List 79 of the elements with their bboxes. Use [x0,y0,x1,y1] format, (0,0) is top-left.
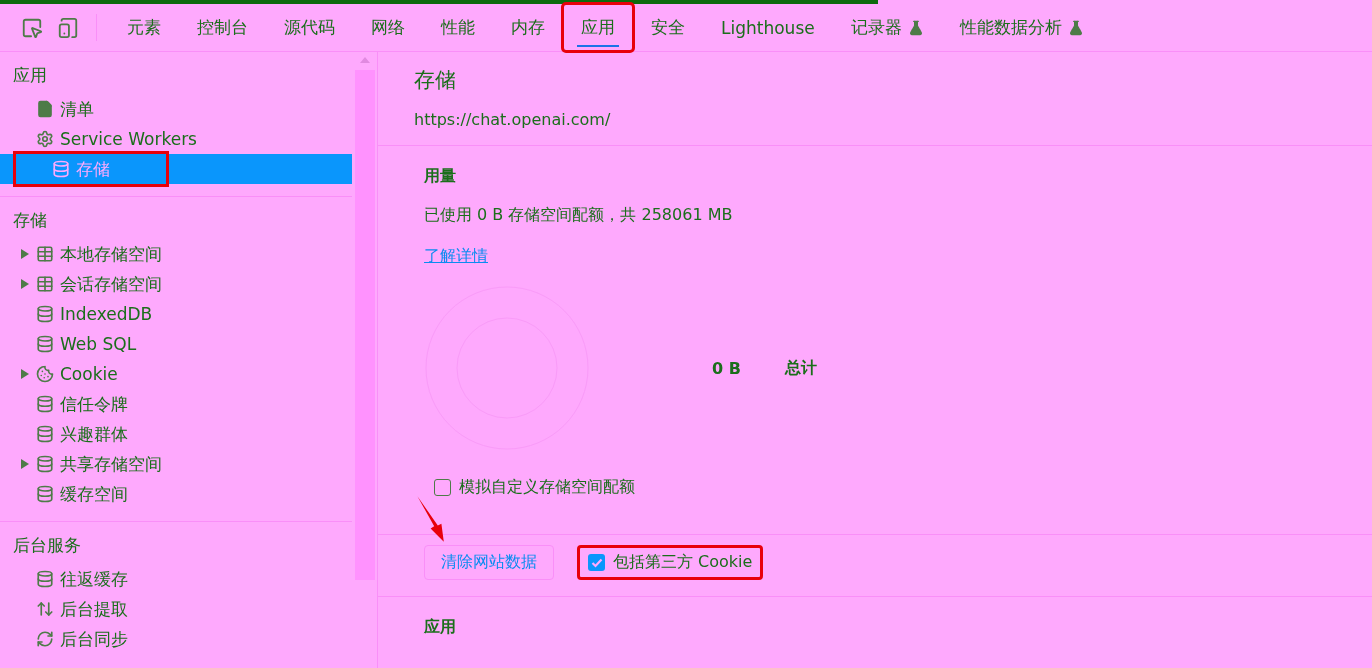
database-icon [36,335,54,353]
sidebar-item-label: 往返缓存 [60,567,128,591]
inspect-element-icon[interactable] [21,16,43,39]
sidebar-item-label: Service Workers [60,129,197,149]
sidebar-item-label: 会话存储空间 [60,272,162,296]
sidebar-item-label: 共享存储空间 [60,452,162,476]
panel-tab[interactable]: 元素 [109,4,179,51]
panel-tab[interactable]: 网络 [353,4,423,51]
sync-icon [36,630,54,648]
sidebar-item[interactable]: 后台同步 [0,624,352,654]
sidebar-item[interactable]: 共享存储空间 [0,449,352,479]
panel-tab[interactable]: 安全 [633,4,703,51]
sidebar-item[interactable]: 会话存储空间 [0,269,352,299]
sidebar-item-label: Web SQL [60,334,137,354]
checkbox-label: 包括第三方 Cookie [613,552,753,573]
up-down-arrows-icon [36,600,54,618]
total-label: 总计 [784,357,817,379]
sidebar-item[interactable]: Service Workers [0,124,352,154]
expand-triangle-icon[interactable] [20,248,30,260]
sidebar-item-label: 本地存储空间 [60,242,162,266]
panel-tab[interactable]: 性能数据分析 [941,4,1102,51]
sidebar-item[interactable]: IndexedDB [0,299,352,329]
sidebar-item-label: 信任令牌 [60,392,128,416]
learn-more-link[interactable]: 了解详情 [424,246,488,267]
database-icon [36,305,54,323]
sidebar-item[interactable]: Web SQL [0,329,352,359]
sidebar-section-title: 应用 [12,64,48,87]
panel-tab[interactable]: 内存 [493,4,563,51]
cookie-icon [36,365,54,383]
database-icon [36,395,54,413]
section-heading: 应用 [423,616,457,638]
sidebar-item-label: Cookie [60,364,118,384]
usage-summary: 已使用 0 B 存储空间配额，共 258061 MB [424,205,733,226]
document-icon [36,100,54,118]
panel-tab[interactable]: 控制台 [179,4,266,51]
device-toolbar-icon[interactable] [57,16,79,39]
sidebar-section-title: 后台服务 [12,534,82,557]
sidebar-item-label: 兴趣群体 [60,422,128,446]
gear-icon [36,130,54,148]
checkbox[interactable] [434,479,451,496]
database-icon [36,425,54,443]
section-heading: 用量 [424,166,456,187]
panel-tab[interactable]: 应用 [563,4,633,51]
expand-triangle-icon[interactable] [20,368,30,380]
checkbox-option[interactable]: 包括第三方 Cookie [578,546,763,579]
panel-tab[interactable]: 性能 [423,4,493,51]
sidebar-item-label: 后台同步 [60,627,128,651]
table-icon [36,245,54,263]
sidebar-item[interactable]: Cookie [0,359,352,389]
checkbox-option[interactable]: 模拟自定义存储空间配额 [424,471,645,504]
sidebar-item[interactable]: 缓存空间 [0,479,352,509]
table-icon [36,275,54,293]
sidebar-item-label: 缓存空间 [60,482,128,506]
sidebar-item[interactable]: 本地存储空间 [0,239,352,269]
sidebar-item-label: 存储 [76,157,110,181]
sidebar-item-label: IndexedDB [60,304,153,324]
database-icon [36,455,54,473]
sidebar-item[interactable]: 清单 [0,94,352,124]
panel-tab[interactable]: 记录器 [832,4,942,51]
panel-tab[interactable]: Lighthouse [703,4,833,51]
page-title: 存储 [414,67,457,94]
sidebar-item-label: 清单 [60,97,94,121]
sidebar-item[interactable]: 后台提取 [0,594,352,624]
database-icon [36,485,54,503]
total-value: 0 B [712,358,741,378]
panel-tab[interactable]: 源代码 [266,4,353,51]
sidebar-item[interactable]: 信任令牌 [0,389,352,419]
clear-site-data-button[interactable]: 清除网站数据 [424,545,554,580]
sidebar-item[interactable]: 兴趣群体 [0,419,352,449]
checkbox[interactable] [588,554,605,571]
sidebar-item-label: 后台提取 [60,597,128,621]
sidebar-section-title: 存储 [12,209,48,232]
expand-triangle-icon[interactable] [20,278,30,290]
database-icon [52,160,70,178]
database-icon [36,570,54,588]
checkbox-label: 模拟自定义存储空间配额 [459,477,635,498]
site-url: https://chat.openai.com/ [414,110,612,129]
sidebar-item[interactable]: 往返缓存 [0,564,352,594]
expand-triangle-icon[interactable] [20,458,30,470]
